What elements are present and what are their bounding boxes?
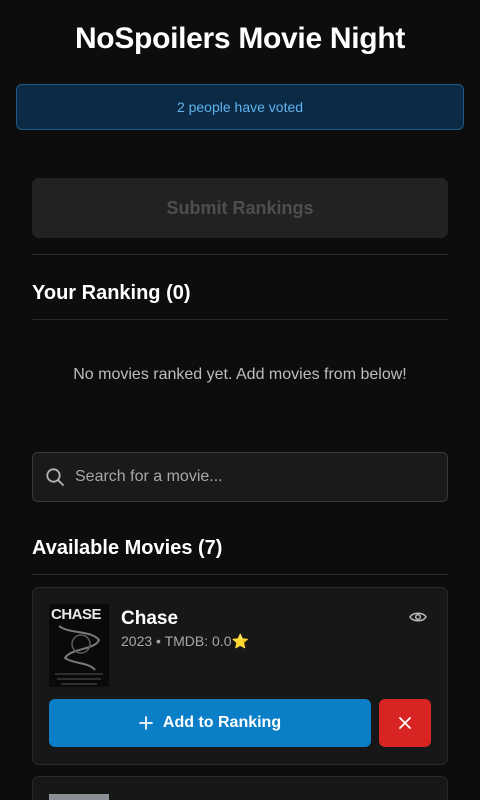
app-page: NoSpoilers Movie Night 2 people have vot… — [0, 0, 480, 800]
submit-rankings-button[interactable]: Submit Rankings — [32, 178, 448, 238]
plus-icon — [138, 716, 153, 730]
movie-meta: 2023 • TMDB: 0.0⭐ — [121, 633, 249, 649]
your-ranking-heading: Your Ranking (0) — [32, 282, 191, 304]
search-input[interactable] — [75, 468, 447, 486]
eye-icon[interactable] — [409, 610, 427, 624]
search-box[interactable] — [32, 452, 448, 502]
movie-card — [32, 776, 448, 800]
movie-poster — [49, 794, 109, 800]
search-icon — [46, 468, 64, 486]
movie-poster: CHASE — [49, 604, 109, 687]
movie-title: Chase — [121, 608, 179, 629]
page-title: NoSpoilers Movie Night — [74, 22, 406, 55]
vote-count-text: 2 people have voted — [176, 99, 304, 115]
movie-card: CHASE Chase 2023 • TMDB: 0.0⭐ Add to Ran… — [32, 587, 448, 765]
remove-movie-button[interactable] — [379, 699, 431, 747]
divider — [32, 319, 448, 320]
add-to-ranking-button[interactable]: Add to Ranking — [49, 699, 371, 747]
available-movies-heading: Available Movies (7) — [32, 537, 223, 559]
divider — [32, 254, 448, 255]
divider — [32, 574, 448, 575]
add-to-ranking-label: Add to Ranking — [162, 714, 282, 731]
vote-count-banner: 2 people have voted — [16, 84, 464, 130]
poster-artwork — [55, 625, 103, 685]
close-icon — [399, 717, 411, 729]
ranking-empty-message: No movies ranked yet. Add movies from be… — [73, 366, 407, 383]
